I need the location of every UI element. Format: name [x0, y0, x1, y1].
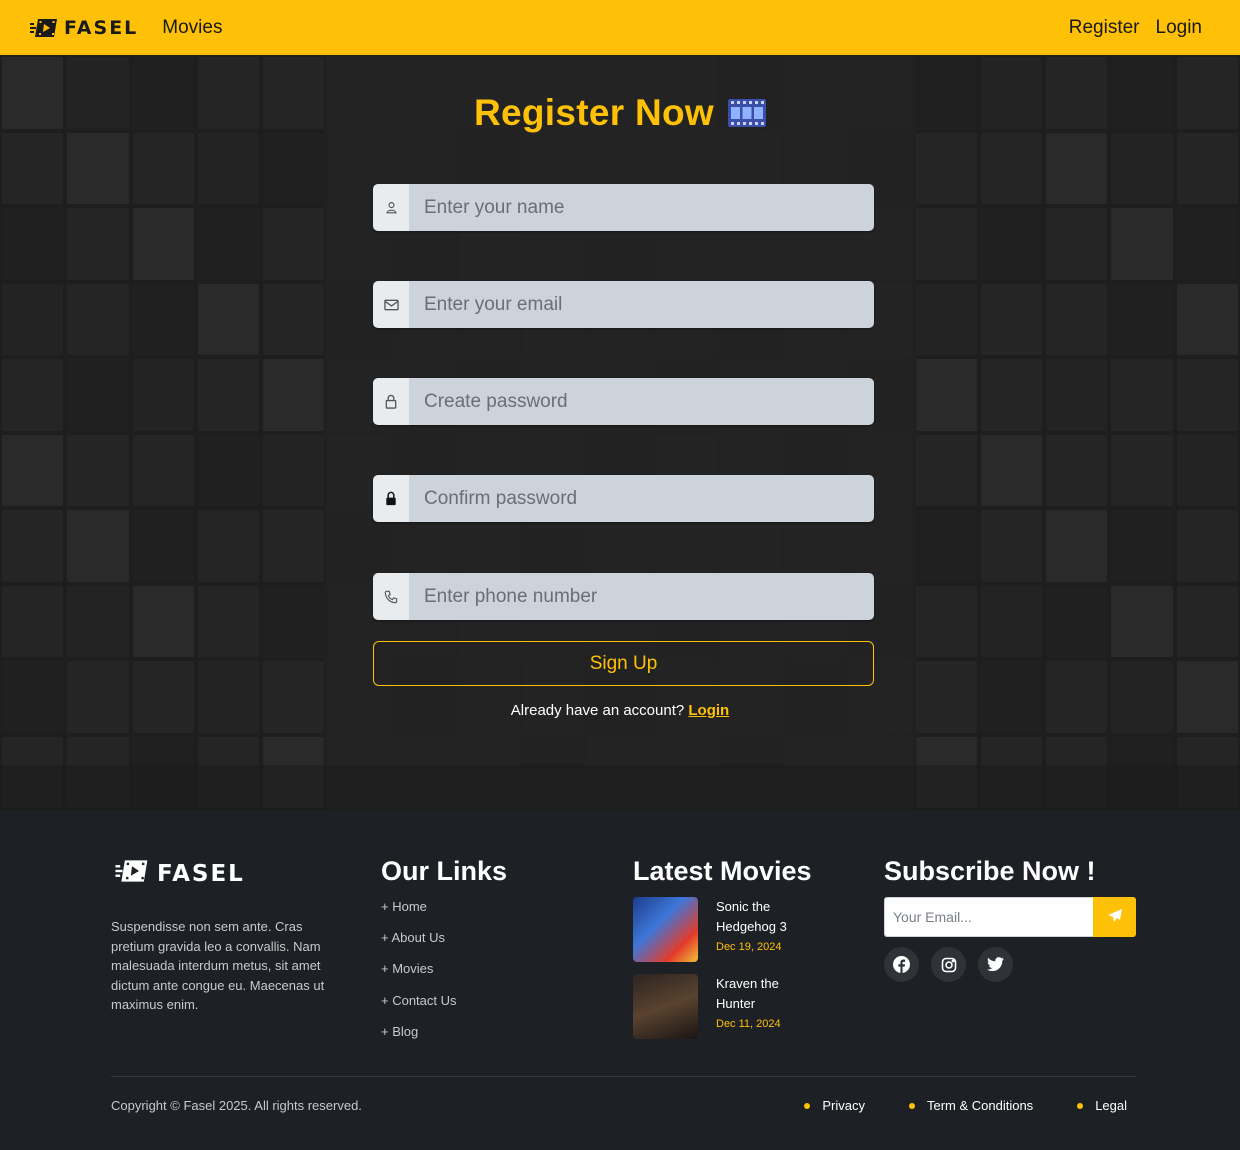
confirm-password-input[interactable]	[410, 475, 874, 522]
email-field-group	[373, 281, 874, 328]
footer-divider	[111, 1076, 1136, 1077]
latest-movies-title: Latest Movies	[633, 856, 812, 886]
subscribe-form	[884, 897, 1136, 937]
confirm-password-field-group	[373, 475, 874, 522]
phone-icon	[373, 573, 410, 620]
lock-outline-icon	[373, 378, 410, 425]
footer-links-title: Our Links	[381, 856, 508, 886]
social-links	[884, 947, 1136, 982]
email-input[interactable]	[410, 281, 874, 328]
user-icon	[373, 184, 410, 231]
movie-item[interactable]: Sonic the Hedgehog 3 Dec 19, 2024	[633, 897, 843, 962]
background-overlay	[0, 55, 1240, 810]
footer: FASEL Suspendisse non sem ante. Cras pre…	[0, 810, 1240, 1150]
movie-title[interactable]: Sonic the Hedgehog 3	[716, 897, 796, 936]
login-link[interactable]: Login	[688, 702, 729, 719]
legal-link-legal[interactable]: Legal	[1077, 1098, 1127, 1113]
instagram-icon[interactable]	[931, 947, 966, 982]
navbar: FASEL Movies Register Login	[0, 0, 1240, 55]
create-password-input[interactable]	[410, 378, 874, 425]
register-heading: Register Now	[0, 92, 1240, 134]
phone-field-group	[373, 573, 874, 620]
film-logo-icon	[115, 858, 149, 889]
subscribe-send-button[interactable]	[1093, 897, 1136, 937]
footer-subscribe: Subscribe Now !	[884, 810, 1136, 982]
lock-solid-icon	[373, 475, 410, 522]
register-title: Register Now	[473, 92, 715, 133]
movie-date: Dec 19, 2024	[716, 941, 782, 953]
phone-input[interactable]	[410, 573, 874, 620]
footer-links: Our Links + Home + About Us + Movies + C…	[381, 810, 581, 1055]
footer-link-contact[interactable]: + Contact Us	[381, 993, 581, 1024]
password-field-group	[373, 378, 874, 425]
footer-brand-name: FASEL	[157, 860, 245, 887]
film-logo-icon	[30, 17, 58, 39]
footer-about: FASEL Suspendisse non sem ante. Cras pre…	[111, 810, 336, 1015]
login-prompt: Already have an account? Login	[0, 702, 1240, 719]
name-field-group	[373, 184, 874, 231]
brand-logo-link[interactable]: FASEL	[30, 17, 138, 39]
nav-link-login[interactable]: Login	[1156, 17, 1203, 39]
footer-about-text: Suspendisse non sem ante. Cras pretium g…	[111, 919, 325, 1012]
movie-item[interactable]: Kraven the Hunter Dec 11, 2024	[633, 974, 843, 1039]
facebook-icon[interactable]	[884, 947, 919, 982]
register-section: Register Now Enter your name Enter your …	[0, 55, 1240, 810]
footer-link-movies[interactable]: + Movies	[381, 961, 581, 992]
nav-auth-links: Register Login	[1069, 17, 1210, 39]
paper-plane-icon	[1107, 908, 1123, 927]
footer-link-about[interactable]: + About Us	[381, 930, 581, 961]
movie-title[interactable]: Kraven the Hunter	[716, 974, 796, 1013]
twitter-icon[interactable]	[978, 947, 1013, 982]
footer-link-blog[interactable]: + Blog	[381, 1024, 581, 1055]
copyright-text: Copyright © Fasel 2025. All rights reser…	[111, 1098, 362, 1113]
legal-links: Privacy Term & Conditions Legal	[804, 1098, 1127, 1113]
sign-up-button[interactable]: Sign Up	[373, 641, 874, 686]
legal-link-terms[interactable]: Term & Conditions	[909, 1098, 1033, 1113]
brand-name: FASEL	[64, 16, 139, 39]
movie-poster[interactable]	[633, 974, 698, 1039]
footer-latest-movies: Latest Movies Sonic the Hedgehog 3 Dec 1…	[633, 810, 843, 1039]
subscribe-title: Subscribe Now !	[884, 856, 1096, 886]
footer-links-list: + Home + About Us + Movies + Contact Us …	[381, 899, 581, 1055]
movie-poster[interactable]	[633, 897, 698, 962]
legal-link-privacy[interactable]: Privacy	[804, 1098, 865, 1113]
login-prompt-text: Already have an account?	[510, 702, 685, 719]
subscribe-email-input[interactable]	[884, 897, 1093, 937]
name-input[interactable]	[410, 184, 874, 231]
nav-link-movies[interactable]: Movies	[162, 17, 222, 39]
footer-link-home[interactable]: + Home	[381, 899, 581, 930]
envelope-icon	[373, 281, 410, 328]
nav-link-register[interactable]: Register	[1069, 17, 1140, 39]
film-strip-icon	[728, 99, 767, 127]
movie-date: Dec 11, 2024	[716, 1018, 781, 1030]
footer-brand[interactable]: FASEL	[115, 858, 336, 889]
